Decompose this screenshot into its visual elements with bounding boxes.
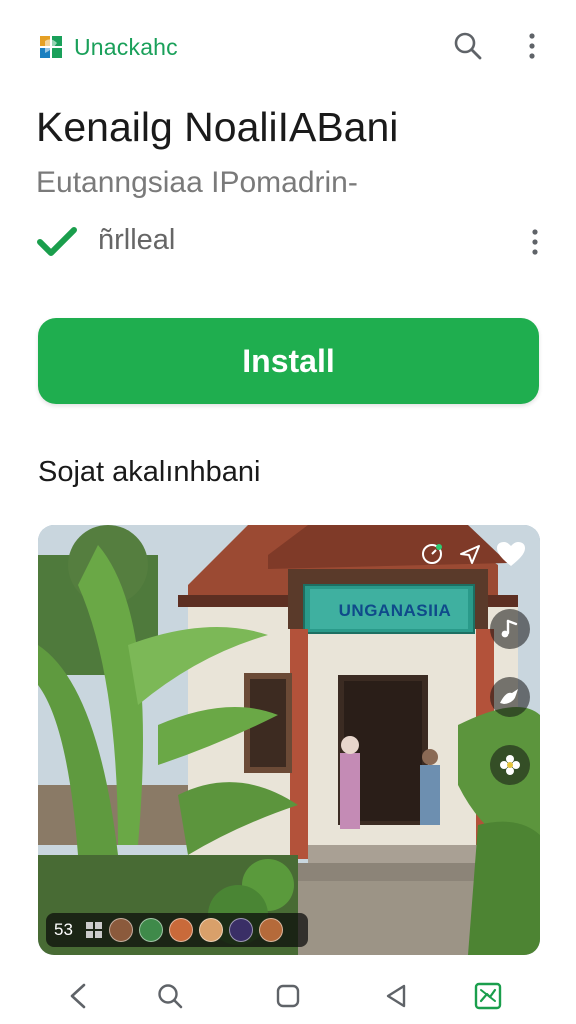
status-text: ñrlleal: [98, 224, 176, 256]
more-vert-icon: [529, 33, 535, 59]
search-icon: [454, 32, 482, 60]
top-bar: Unackahc: [0, 0, 576, 92]
brand[interactable]: Unackahc: [36, 30, 178, 64]
grid-icon: [85, 922, 102, 938]
bird-icon: [500, 689, 518, 704]
app-icon: [474, 982, 502, 1010]
search-icon: [158, 984, 183, 1009]
music-button[interactable]: [490, 609, 530, 649]
thumbnail[interactable]: [258, 918, 283, 942]
nav-search-button[interactable]: [150, 976, 190, 1016]
thumbnail[interactable]: [228, 918, 253, 942]
back-icon: [70, 983, 86, 1009]
screenshot-card[interactable]: UNGANASIIA 53: [38, 525, 540, 955]
flower-icon: [500, 755, 520, 775]
search-button[interactable]: [448, 26, 488, 66]
recents-icon: [386, 984, 406, 1008]
thumbnail[interactable]: [108, 918, 133, 942]
status-more-button[interactable]: [520, 222, 550, 262]
app-store-page: Unackahc Kenailg NoaliIABani Eutanngsiaa…: [0, 0, 576, 1024]
status-row: ñrlleal: [36, 218, 556, 264]
overlay-side-icons: [490, 609, 530, 785]
nav-back-button[interactable]: [58, 976, 98, 1016]
thumbnail[interactable]: [138, 918, 163, 942]
app-subtitle: Eutanngsiaa IPomadrin-: [36, 166, 358, 199]
strip-count: 53: [54, 920, 73, 939]
send-icon[interactable]: [458, 542, 482, 566]
install-button[interactable]: Install: [38, 318, 539, 404]
more-options-button[interactable]: [512, 26, 552, 66]
sign-text: UNGANASIIA: [338, 601, 452, 620]
home-icon: [276, 984, 300, 1008]
nav-home-button[interactable]: [268, 976, 308, 1016]
check-icon: [37, 227, 77, 256]
screenshots-section-title: Sojat akalınhbani: [38, 456, 261, 488]
brand-name: Unackahc: [74, 33, 178, 60]
app-logo-icon: [40, 36, 62, 58]
app-title: Kenailg NoaliIABani: [36, 104, 399, 150]
timer-icon[interactable]: [420, 542, 444, 566]
media-strip[interactable]: 53: [46, 913, 308, 947]
heart-icon[interactable]: [496, 541, 526, 567]
more-vert-icon: [532, 229, 538, 255]
nav-recents-button[interactable]: [376, 976, 416, 1016]
thumbnail[interactable]: [198, 918, 223, 942]
music-note-icon: [501, 619, 518, 638]
flower-button[interactable]: [490, 745, 530, 785]
bird-button[interactable]: [490, 677, 530, 717]
thumbnail[interactable]: [168, 918, 193, 942]
overlay-top-icons: [420, 541, 526, 567]
bottom-nav-bar: [0, 968, 576, 1024]
nav-app-button[interactable]: [468, 976, 508, 1016]
